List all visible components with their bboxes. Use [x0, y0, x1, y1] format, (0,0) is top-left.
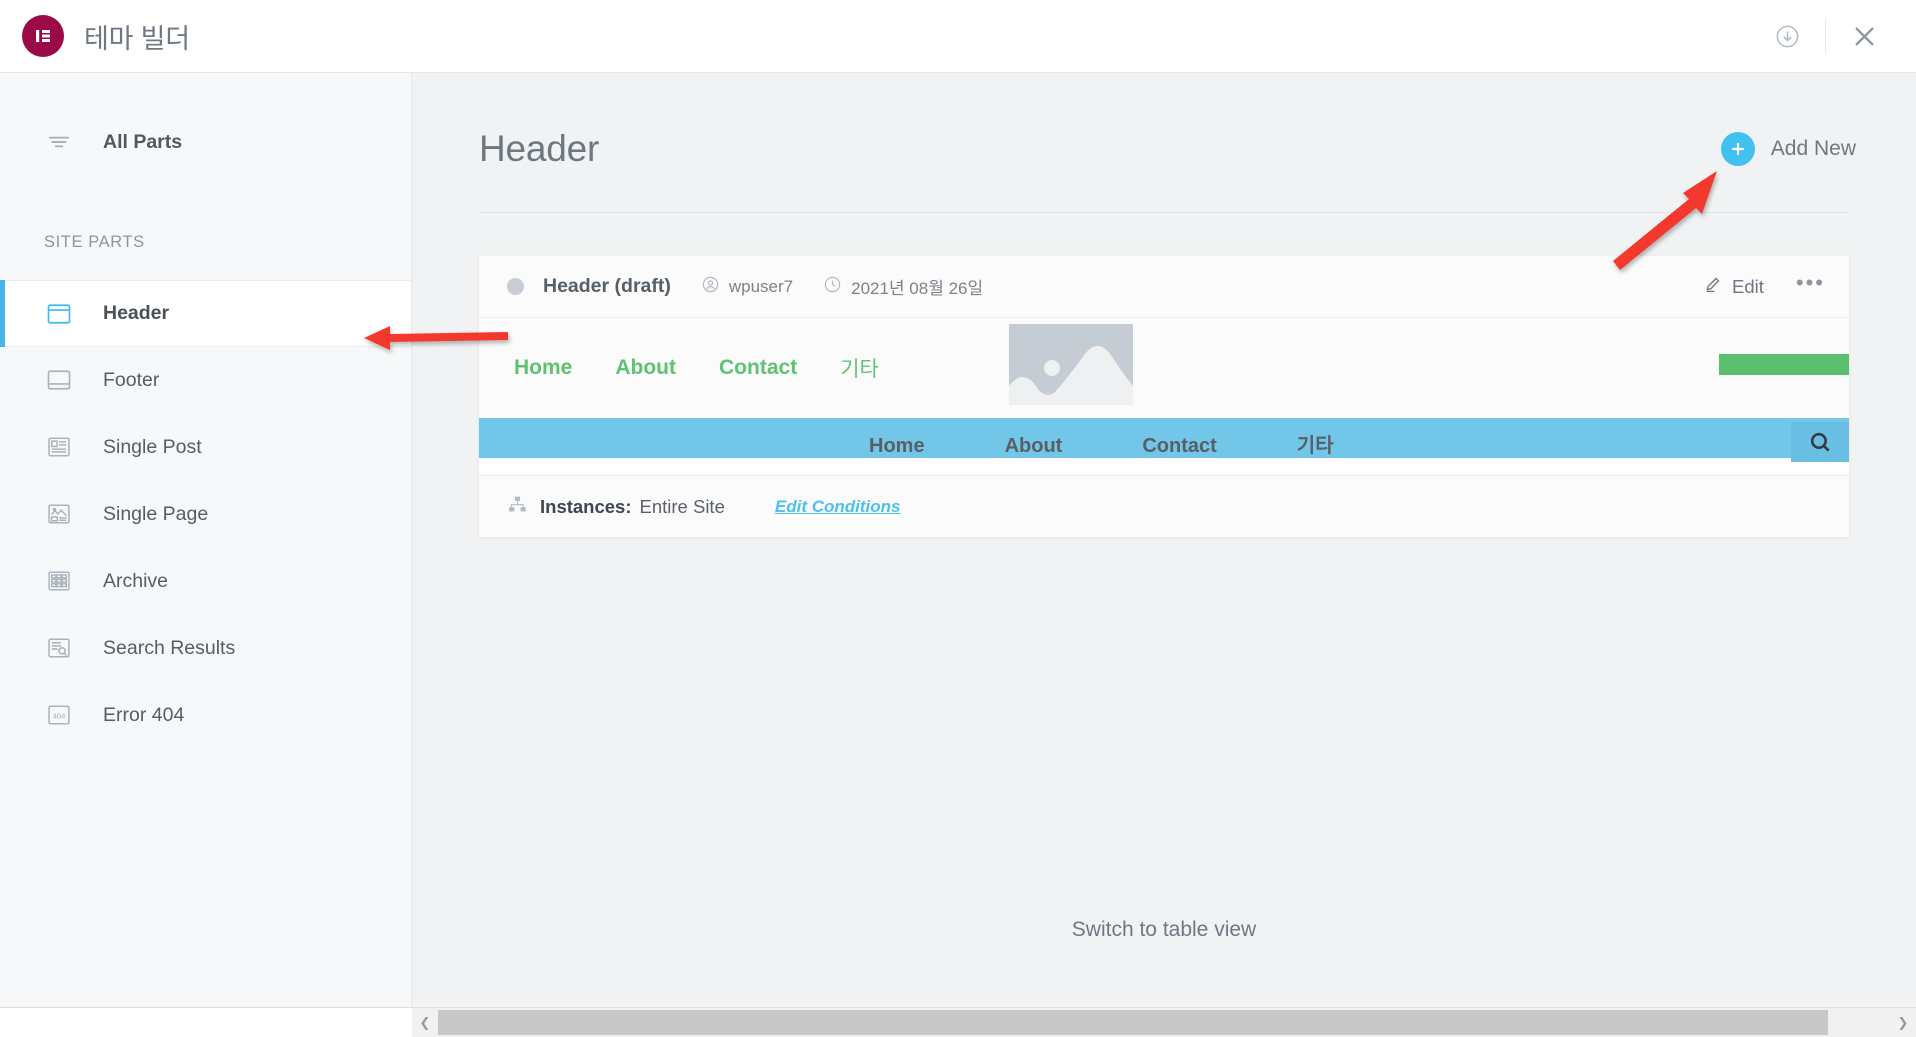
instances-label: Instances:	[540, 495, 632, 517]
preview-blue-link-home: Home	[869, 435, 925, 457]
preview-blue-nav: Home About Contact 기타	[479, 429, 1334, 458]
switch-to-table-view-link[interactable]: Switch to table view	[412, 918, 1916, 942]
sidebar-item-single-page[interactable]: Single Page	[0, 481, 411, 548]
preview-nav: Home About Contact 기타	[479, 353, 879, 383]
sidebar-item-error-404-label: Error 404	[103, 703, 185, 726]
preview-blue-link-contact: Contact	[1142, 435, 1217, 457]
card-title: Header (draft)	[543, 275, 671, 297]
topbar: 테마 빌더	[0, 0, 1916, 73]
horizontal-scrollbar[interactable]: ❮ ❯	[412, 1007, 1916, 1037]
chevron-left-icon[interactable]: ❮	[412, 1008, 438, 1037]
scrollbar-thumb[interactable]	[438, 1009, 1828, 1035]
add-new-label: Add New	[1770, 137, 1856, 160]
user-circle-icon	[701, 275, 720, 299]
status-badge	[507, 278, 524, 295]
more-horizontal-icon[interactable]: •••	[1796, 271, 1825, 302]
sidebar-parts-list: Header Footer Single Post Single Page Ar…	[0, 280, 411, 749]
topbar-divider	[1825, 19, 1826, 53]
sidebar: All Parts SITE PARTS Header Footer Singl…	[0, 73, 412, 1037]
preview-green-button	[1719, 354, 1849, 375]
chevron-right-icon[interactable]: ❯	[1890, 1008, 1916, 1037]
sidebar-section-title: SITE PARTS	[44, 233, 145, 251]
search-icon	[1791, 422, 1849, 462]
edit-button[interactable]: Edit	[1703, 275, 1764, 299]
card-header: Header (draft) wpuser7 2021년 08월 26일 Edi…	[479, 256, 1849, 318]
card-actions: Edit •••	[1703, 271, 1825, 302]
preview-blue-link-about: About	[1004, 435, 1063, 457]
pencil-icon	[1703, 275, 1722, 299]
download-circle-icon[interactable]	[1761, 10, 1813, 62]
close-icon[interactable]	[1838, 10, 1890, 62]
archive-grid-icon	[42, 564, 76, 598]
card-author: wpuser7	[701, 275, 793, 299]
header-divider	[479, 212, 1849, 213]
sidebar-item-archive[interactable]: Archive	[0, 548, 411, 615]
theme-builder-modal: 테마 빌더 All Parts SITE PARTS Header Footer…	[0, 0, 1916, 1037]
preview-blue-bar: Home About Contact 기타	[479, 418, 1849, 462]
card-author-name: wpuser7	[728, 276, 794, 296]
site-part-card: Header (draft) wpuser7 2021년 08월 26일 Edi…	[479, 256, 1849, 537]
search-results-icon	[42, 631, 76, 665]
bottom-left-filler	[0, 1007, 412, 1037]
brand: 테마 빌더	[0, 15, 190, 57]
card-instances: Instances: Entire Site Edit Conditions	[479, 475, 1849, 537]
sidebar-item-footer[interactable]: Footer	[0, 347, 411, 414]
header-block-icon	[42, 297, 76, 331]
card-preview[interactable]: Home About Contact 기타 Home About Contact…	[479, 318, 1849, 475]
edit-conditions-link[interactable]: Edit Conditions	[775, 497, 901, 517]
main-header: Header Add New	[412, 73, 1916, 170]
sidebar-item-single-post[interactable]: Single Post	[0, 414, 411, 481]
scrollbar-track[interactable]	[438, 1008, 1890, 1037]
clock-icon	[823, 275, 842, 299]
sidebar-item-error-404[interactable]: 404 Error 404	[0, 682, 411, 749]
preview-nav-link-home: Home	[514, 356, 573, 379]
edit-label: Edit	[1732, 275, 1764, 297]
main-content: Header Add New Header (draft) wpuser7 20…	[412, 73, 1916, 1037]
add-new-button[interactable]: Add New	[1720, 132, 1856, 166]
card-date: 2021년 08월 26일	[823, 274, 983, 299]
single-post-icon	[42, 430, 76, 464]
preview-blue-link-etc: 기타	[1296, 435, 1334, 457]
plus-circle-icon	[1720, 132, 1755, 166]
instances-value: Entire Site	[639, 495, 725, 517]
topbar-actions	[1761, 10, 1916, 62]
card-date-value: 2021년 08월 26일	[851, 279, 984, 298]
main-page-title: Header	[479, 128, 600, 169]
filter-icon	[42, 125, 76, 159]
sidebar-item-header-label: Header	[103, 302, 170, 324]
image-placeholder-icon	[1009, 324, 1133, 405]
sidebar-item-search-results[interactable]: Search Results	[0, 615, 411, 682]
preview-nav-link-contact: Contact	[719, 356, 798, 379]
sidebar-item-search-results-label: Search Results	[103, 636, 236, 659]
preview-top-bar: Home About Contact 기타	[479, 318, 1849, 418]
sidebar-item-all-parts-label: All Parts	[103, 130, 183, 153]
elementor-logo-icon	[22, 15, 64, 57]
sidebar-item-all-parts[interactable]: All Parts	[0, 113, 411, 171]
sitemap-icon	[507, 494, 528, 520]
sidebar-item-archive-label: Archive	[103, 569, 169, 592]
sidebar-item-header[interactable]: Header	[0, 280, 411, 347]
sidebar-item-footer-label: Footer	[103, 368, 160, 391]
single-page-icon	[42, 497, 76, 531]
preview-nav-link-etc: 기타	[840, 358, 879, 381]
sidebar-item-single-post-label: Single Post	[103, 435, 202, 458]
footer-block-icon	[42, 363, 76, 397]
page-title: 테마 빌더	[84, 23, 190, 54]
preview-nav-link-about: About	[615, 356, 677, 379]
sidebar-item-single-page-label: Single Page	[103, 502, 209, 525]
error-404-icon: 404	[42, 698, 76, 732]
svg-text:404: 404	[53, 711, 67, 720]
